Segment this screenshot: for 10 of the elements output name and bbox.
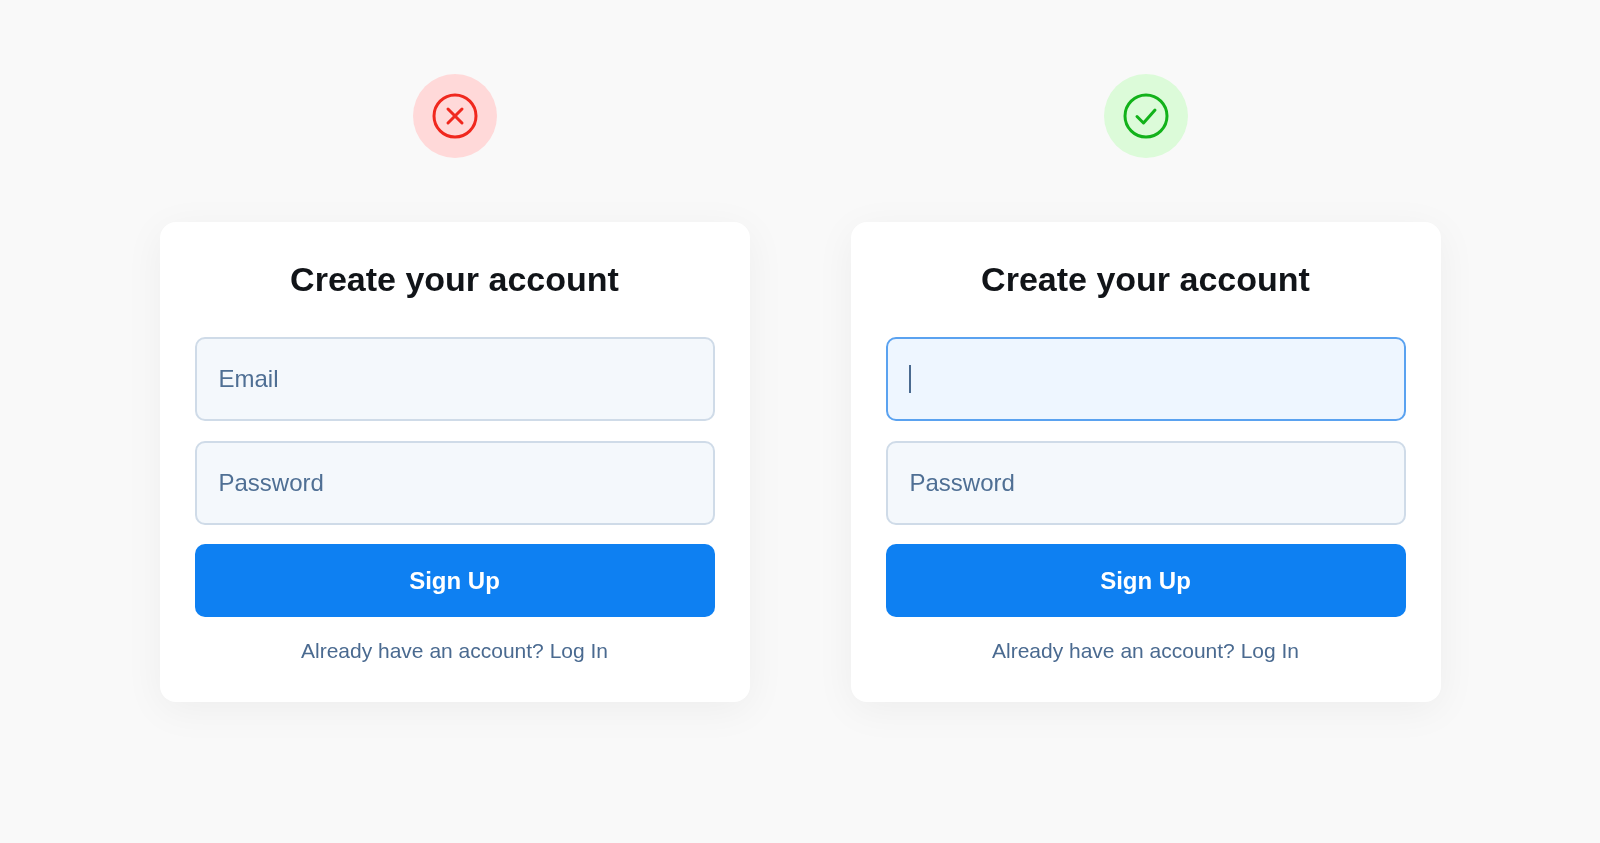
cross-icon (430, 92, 479, 140)
sign-up-button[interactable]: Sign Up (885, 544, 1406, 617)
login-link[interactable]: Already have an account? Log In (300, 637, 609, 665)
input-field[interactable] (885, 337, 1406, 421)
sign-up-button[interactable]: Sign Up (194, 544, 715, 617)
card-title: Create your account (981, 259, 1310, 300)
text-cursor (908, 365, 911, 393)
card-title: Create your account (290, 259, 619, 300)
login-link[interactable]: Already have an account? Log In (991, 637, 1300, 665)
checkmark-icon (1121, 92, 1170, 140)
